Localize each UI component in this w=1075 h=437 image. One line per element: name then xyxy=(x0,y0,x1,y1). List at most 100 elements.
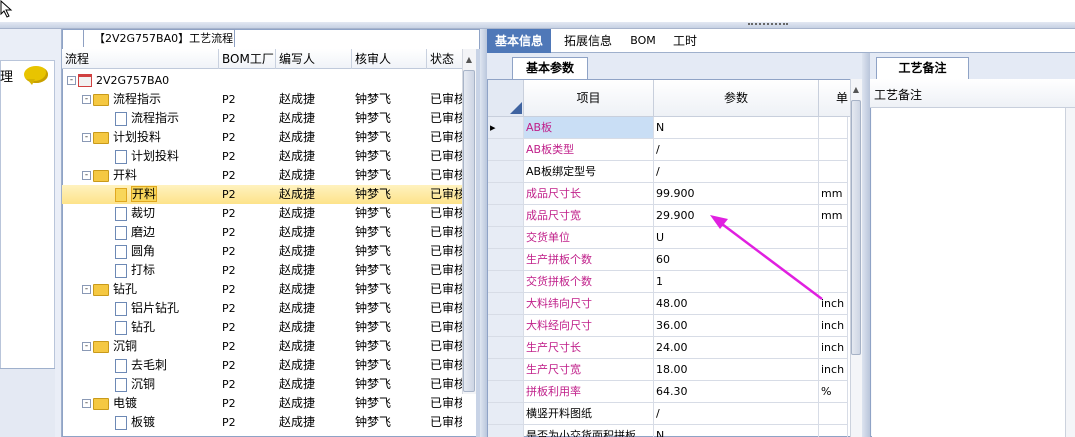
param-unit-cell[interactable] xyxy=(819,425,848,437)
param-item-cell[interactable]: 生产尺寸宽 xyxy=(524,359,654,381)
row-header[interactable] xyxy=(488,315,524,337)
col-header-writer[interactable]: 编写人 xyxy=(276,49,352,69)
process-tree-tab[interactable]: 【2V2G757BA0】工艺流程 xyxy=(83,29,235,47)
tree-step-node[interactable]: 钻孔 P2 赵成捷 钟梦飞 已审核 xyxy=(62,318,462,337)
horizontal-splitter[interactable] xyxy=(0,22,1075,29)
tree-step-node[interactable]: 去毛刺 P2 赵成捷 钟梦飞 已审核 xyxy=(62,356,462,375)
param-item-cell[interactable]: AB板绑定型号 xyxy=(524,161,654,183)
grid-scroll-thumb[interactable] xyxy=(851,100,861,355)
param-value-cell[interactable]: N xyxy=(654,425,819,437)
tree-step-node[interactable]: 沉铜 P2 赵成捷 钟梦飞 已审核 xyxy=(62,375,462,394)
row-header[interactable] xyxy=(488,381,524,403)
row-header[interactable] xyxy=(488,271,524,293)
param-unit-cell[interactable] xyxy=(819,139,848,161)
tree-folder-node[interactable]: - 计划投料 P2 赵成捷 钟梦飞 已审核 xyxy=(62,128,462,147)
scroll-up-arrow-icon[interactable]: ▲ xyxy=(463,54,475,66)
tab-process-notes[interactable]: 工艺备注 xyxy=(876,57,969,79)
row-header[interactable] xyxy=(488,161,524,183)
row-header[interactable] xyxy=(488,293,524,315)
collapse-toggle-icon[interactable]: - xyxy=(82,285,91,294)
tree-step-node[interactable]: 流程指示 P2 赵成捷 钟梦飞 已审核 xyxy=(62,109,462,128)
param-unit-cell[interactable] xyxy=(819,403,848,425)
param-row[interactable]: 拼板利用率 64.30% xyxy=(488,381,848,403)
splitter-grip-icon[interactable] xyxy=(748,23,788,27)
notes-splitter[interactable] xyxy=(862,53,870,437)
param-row[interactable]: AB板类型 / xyxy=(488,139,848,161)
tree-step-node[interactable]: 圆角 P2 赵成捷 钟梦飞 已审核 xyxy=(62,242,462,261)
param-item-cell[interactable]: 是否为小交货面积拼板 xyxy=(524,425,654,437)
row-header[interactable] xyxy=(488,249,524,271)
param-item-cell[interactable]: AB板类型 xyxy=(524,139,654,161)
param-unit-cell[interactable] xyxy=(819,161,848,183)
param-item-cell[interactable]: 大料纬向尺寸 xyxy=(524,293,654,315)
collapse-toggle-icon[interactable]: - xyxy=(82,171,91,180)
collapse-toggle-icon[interactable]: - xyxy=(67,76,76,85)
row-header[interactable] xyxy=(488,227,524,249)
tree-root-node[interactable]: - 2V2G757BA0 xyxy=(62,71,462,90)
collapse-toggle-icon[interactable]: - xyxy=(82,95,91,104)
param-item-cell[interactable]: 拼板利用率 xyxy=(524,381,654,403)
param-value-cell[interactable]: 36.00 xyxy=(654,315,819,337)
tree-scroll-thumb[interactable] xyxy=(463,70,475,392)
notes-scrollbar[interactable] xyxy=(1065,108,1075,437)
param-unit-cell[interactable]: inch xyxy=(819,359,848,381)
row-header[interactable] xyxy=(488,139,524,161)
param-row[interactable]: 是否为小交货面积拼板 N xyxy=(488,425,848,437)
tree-folder-node[interactable]: - 电镀 P2 赵成捷 钟梦飞 已审核 xyxy=(62,394,462,413)
tab-bom[interactable]: BOM xyxy=(624,29,662,53)
param-row[interactable]: ▸ AB板 N xyxy=(488,117,848,139)
param-item-cell[interactable]: 成品尺寸宽 xyxy=(524,205,654,227)
param-item-cell[interactable]: 生产拼板个数 xyxy=(524,249,654,271)
tree-folder-node[interactable]: - 钻孔 P2 赵成捷 钟梦飞 已审核 xyxy=(62,280,462,299)
param-value-cell[interactable]: 18.00 xyxy=(654,359,819,381)
col-header-flow[interactable]: 流程 xyxy=(62,49,219,69)
row-header[interactable] xyxy=(488,425,524,437)
grid-header-unit[interactable]: 单 xyxy=(819,80,851,117)
param-unit-cell[interactable]: mm xyxy=(819,183,848,205)
param-item-cell[interactable]: 大料经向尺寸 xyxy=(524,315,654,337)
tree-folder-node[interactable]: - 沉铜 P2 赵成捷 钟梦飞 已审核 xyxy=(62,337,462,356)
param-row[interactable]: 大料经向尺寸 36.00 inch xyxy=(488,315,848,337)
row-header[interactable] xyxy=(488,183,524,205)
param-unit-cell[interactable]: % xyxy=(819,381,848,403)
param-row[interactable]: 成品尺寸长 99.900 mm xyxy=(488,183,848,205)
collapse-toggle-icon[interactable]: - xyxy=(82,399,91,408)
notes-textarea[interactable] xyxy=(872,108,1065,437)
row-header[interactable] xyxy=(488,205,524,227)
col-header-reviewer[interactable]: 核审人 xyxy=(352,49,427,69)
tree-step-node[interactable]: 裁切 P2 赵成捷 钟梦飞 已审核 xyxy=(62,204,462,223)
param-unit-cell[interactable]: inch xyxy=(819,315,848,337)
grid-header-item[interactable]: 项目 xyxy=(524,80,654,117)
col-header-bom[interactable]: BOM工厂 xyxy=(219,49,276,69)
tree-step-node[interactable]: 板镀 P2 赵成捷 钟梦飞 已审核 xyxy=(62,413,462,432)
param-item-cell[interactable]: 交货单位 xyxy=(524,227,654,249)
row-header[interactable] xyxy=(488,403,524,425)
param-item-cell[interactable]: 横竖开料图纸 xyxy=(524,403,654,425)
tree-step-node[interactable]: 计划投料 P2 赵成捷 钟梦飞 已审核 xyxy=(62,147,462,166)
collapse-toggle-icon[interactable]: - xyxy=(82,133,91,142)
tree-folder-node[interactable]: - 开料 P2 赵成捷 钟梦飞 已审核 xyxy=(62,166,462,185)
param-unit-cell[interactable] xyxy=(819,117,848,139)
grid-header-param[interactable]: 参数 xyxy=(654,80,819,117)
col-header-status[interactable]: 状态 xyxy=(427,49,462,69)
tab-basic-params[interactable]: 基本参数 xyxy=(512,57,588,79)
tab-basic-info[interactable]: 基本信息 xyxy=(487,29,551,53)
param-unit-cell[interactable]: inch xyxy=(819,337,848,359)
param-value-cell[interactable]: 24.00 xyxy=(654,337,819,359)
tab-work-hours[interactable]: 工时 xyxy=(666,29,704,53)
comment-bubble-icon[interactable] xyxy=(24,66,48,85)
tree-step-node[interactable]: 打标 P2 赵成捷 钟梦飞 已审核 xyxy=(62,261,462,280)
param-item-cell[interactable]: AB板 xyxy=(524,117,654,139)
tree-folder-node[interactable]: - 流程指示 P2 赵成捷 钟梦飞 已审核 xyxy=(62,90,462,109)
param-value-cell[interactable]: / xyxy=(654,161,819,183)
param-value-cell[interactable]: 64.30 xyxy=(654,381,819,403)
param-item-cell[interactable]: 交货拼板个数 xyxy=(524,271,654,293)
row-header[interactable] xyxy=(488,337,524,359)
tree-step-node[interactable]: 磨边 P2 赵成捷 钟梦飞 已审核 xyxy=(62,223,462,242)
row-header[interactable]: ▸ xyxy=(488,117,524,139)
collapse-toggle-icon[interactable]: - xyxy=(82,342,91,351)
tree-step-node[interactable]: 开料 P2 赵成捷 钟梦飞 已审核 xyxy=(62,185,462,204)
param-row[interactable]: 横竖开料图纸 / xyxy=(488,403,848,425)
param-row[interactable]: 生产尺寸长 24.00 inch xyxy=(488,337,848,359)
param-row[interactable]: 生产尺寸宽 18.00 inch xyxy=(488,359,848,381)
